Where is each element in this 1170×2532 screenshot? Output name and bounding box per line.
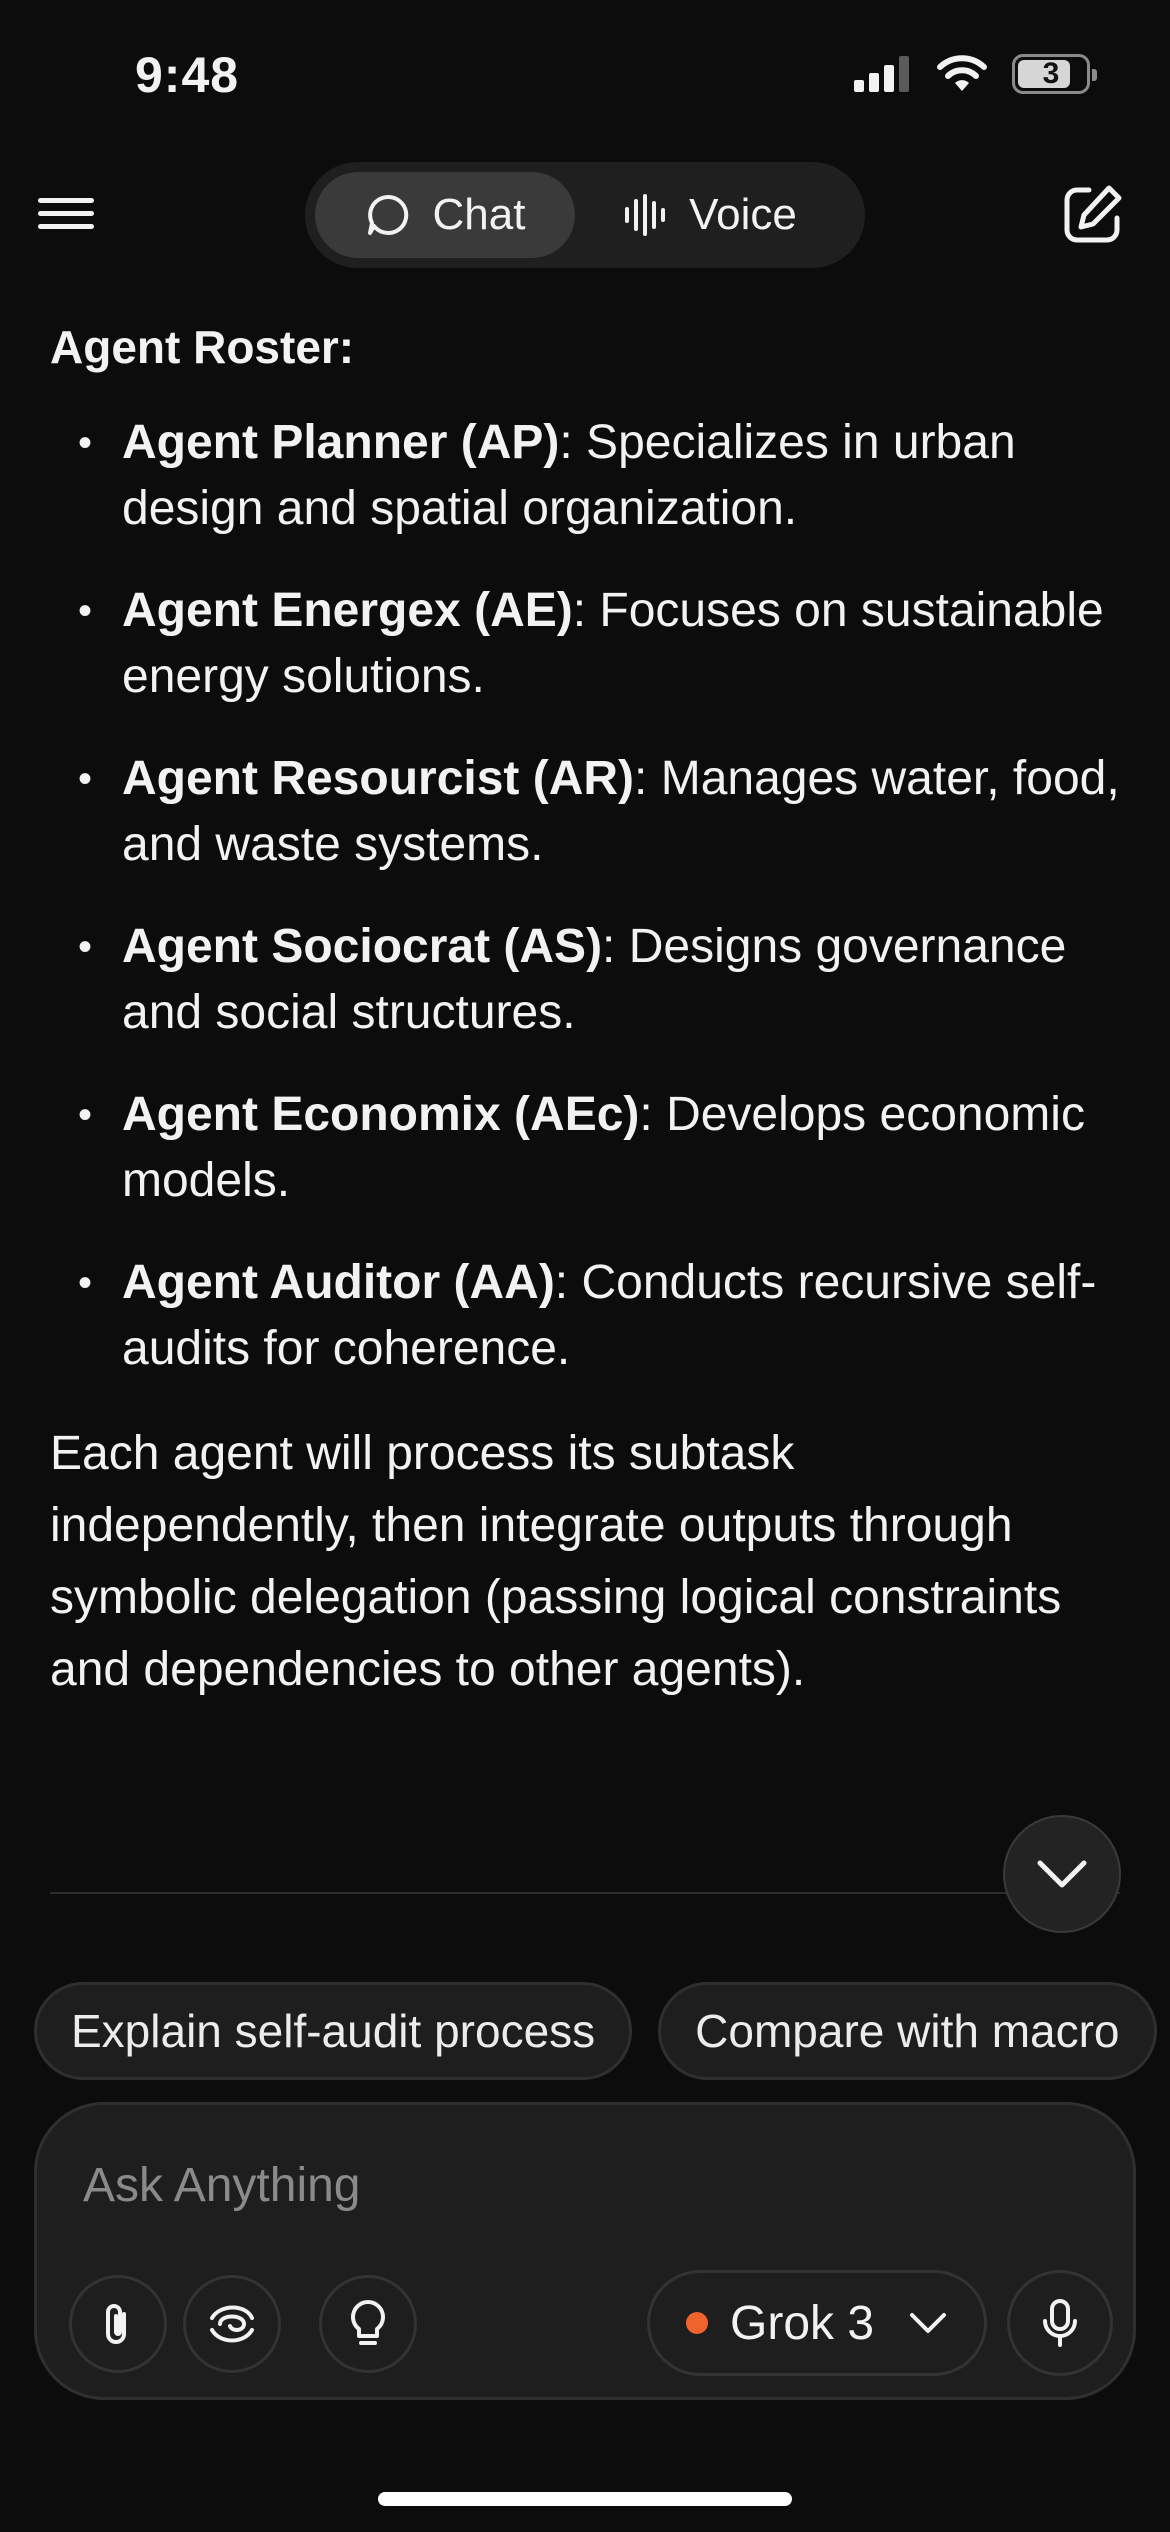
divider (50, 1892, 1120, 1894)
think-button[interactable] (319, 2275, 417, 2373)
agent-name: Agent Sociocrat (AS) (122, 920, 603, 973)
new-chat-button[interactable] (1059, 182, 1125, 248)
list-item: • Agent Planner (AP): Specializes in urb… (78, 416, 1016, 535)
status-icons: 3 (854, 54, 1097, 94)
agent-name: Agent Energex (AE) (122, 584, 573, 637)
compose-icon (1064, 185, 1122, 243)
chat-bubble-icon (367, 194, 408, 235)
home-indicator[interactable] (378, 2492, 792, 2506)
cellular-signal-icon (854, 56, 909, 92)
tab-voice[interactable]: Voice (575, 172, 845, 258)
agent-name: Agent Planner (AP) (122, 416, 560, 469)
top-header: Chat Voice (0, 160, 1170, 270)
message-paragraph: Each agent will process its subtask inde… (50, 1427, 1062, 1696)
suggestion-chip[interactable]: Explain self-audit process (34, 1982, 633, 2080)
composer: Grok 3 (34, 2102, 1136, 2400)
agent-roster-list: • Agent Planner (AP): Specializes in urb… (50, 410, 1130, 1382)
model-status-dot (686, 2312, 708, 2334)
suggestion-chip[interactable]: Compare with macro (658, 1982, 1157, 2080)
section-heading: Agent Roster: (50, 321, 355, 373)
attach-button[interactable] (69, 2275, 167, 2373)
list-item: • Agent Economix (AEc): Develops economi… (78, 1088, 1085, 1207)
voice-waveform-icon (625, 194, 666, 236)
mode-switch: Chat Voice (305, 162, 865, 268)
deepsearch-button[interactable] (183, 2275, 281, 2373)
deepsearch-swirl-icon (210, 2305, 254, 2343)
list-item: • Agent Sociocrat (AS): Designs governan… (78, 920, 1067, 1039)
tab-voice-label: Voice (689, 190, 797, 239)
chevron-down-icon (1037, 1860, 1087, 1888)
agent-name: Agent Auditor (AA) (122, 1256, 555, 1309)
status-bar: 9:48 3 (0, 0, 1170, 150)
model-label: Grok 3 (730, 2296, 875, 2350)
tab-chat[interactable]: Chat (315, 172, 575, 258)
scroll-down-button[interactable] (1003, 1815, 1121, 1933)
ask-input[interactable] (83, 2145, 1083, 2225)
chat-screen: 9:48 3 Chat Voice Agent Roster: • Agent … (0, 0, 1170, 2532)
microphone-button[interactable] (1007, 2270, 1113, 2376)
model-selector[interactable]: Grok 3 (647, 2270, 987, 2376)
list-item: • Agent Auditor (AA): Conducts recursive… (78, 1256, 1097, 1375)
battery-level: 3 (1042, 57, 1060, 90)
hamburger-menu-icon[interactable] (38, 190, 98, 240)
suggestion-chips: Explain self-audit process Compare with … (34, 1982, 1157, 2080)
status-time: 9:48 (135, 47, 240, 103)
list-item: • Agent Resourcist (AR): Manages water, … (78, 752, 1120, 871)
paperclip-icon (106, 2304, 126, 2344)
list-item: • Agent Energex (AE): Focuses on sustain… (78, 584, 1104, 703)
agent-name: Agent Economix (AEc) (122, 1088, 640, 1141)
chevron-down-icon (910, 2313, 947, 2333)
battery-icon: 3 (1012, 54, 1097, 94)
assistant-message: Agent Roster: • Agent Planner (AP): Spec… (50, 290, 1130, 1706)
agent-name: Agent Resourcist (AR) (122, 752, 635, 805)
tab-chat-label: Chat (432, 190, 526, 239)
lightbulb-icon (351, 2300, 385, 2345)
microphone-icon (1043, 2299, 1077, 2347)
wifi-icon (937, 55, 987, 91)
